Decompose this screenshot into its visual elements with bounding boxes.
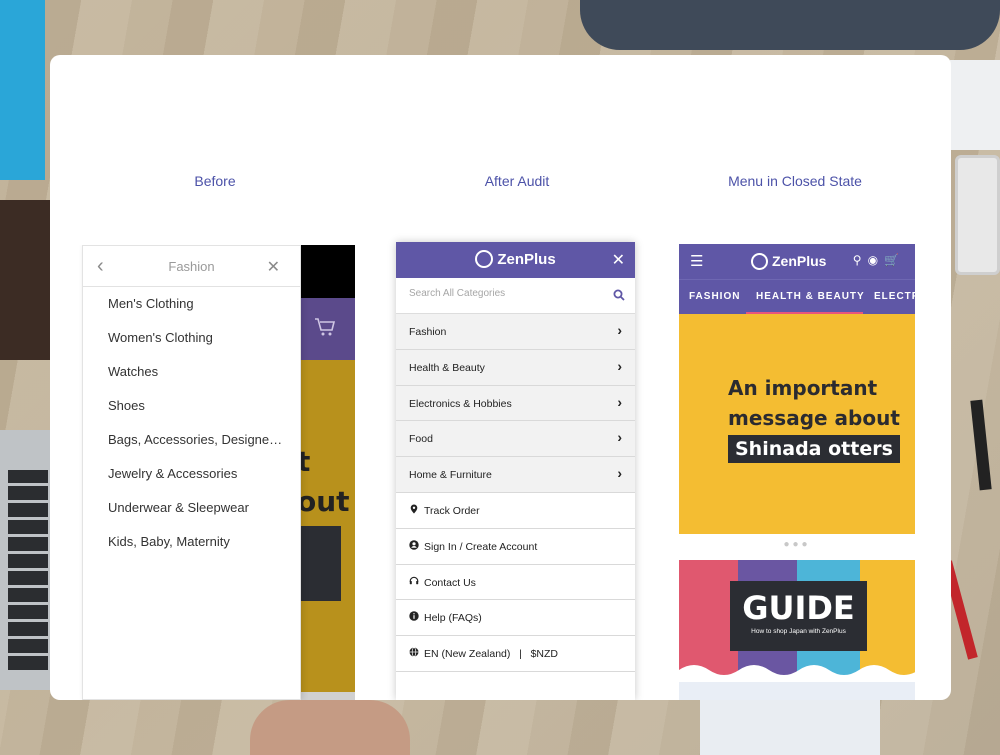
menu-link-contact-us[interactable]: Contact Us [396, 565, 635, 601]
chevron-right-icon: › [617, 429, 622, 446]
search-icon[interactable]: ⚲ [853, 253, 868, 267]
globe-icon [409, 647, 419, 658]
menu-link-sign-in[interactable]: Sign In / Create Account [396, 529, 635, 565]
category-label: Food [409, 433, 433, 446]
link-label: EN (New Zealand) | $NZD [424, 648, 559, 661]
list-item[interactable]: Jewelry & Accessories [83, 466, 283, 500]
chevron-right-icon: › [617, 322, 622, 338]
chevron-right-icon: › [617, 465, 622, 482]
category-label: Electronics & Hobbies [409, 397, 512, 410]
search-input[interactable] [409, 288, 604, 299]
brand-logo[interactable]: ZenPlus [751, 253, 826, 270]
chevron-right-icon: › [617, 393, 622, 410]
menu-link-track-order[interactable]: Track Order [396, 493, 635, 529]
list-item[interactable]: Underwear & Sleepwear [83, 500, 283, 534]
cart-icon[interactable]: 🛒 [884, 253, 905, 267]
list-item[interactable]: Shoes [83, 398, 283, 432]
category-label: Fashion [409, 326, 447, 338]
link-label: Help (FAQs) [424, 612, 482, 625]
after-audit-mobile-screen: ZenPlus ✕ Fashion › Health & Beauty › Elec… [396, 242, 635, 700]
zenplus-logo-icon [751, 253, 768, 270]
background-page: t out [297, 245, 355, 700]
wave-decoration [679, 665, 915, 682]
menu-category-electronics[interactable]: Electronics & Hobbies › [396, 385, 635, 422]
brand-logo[interactable]: ZenPlus [396, 250, 635, 268]
app-header: ☰ ZenPlus ⚲◉🛒 [679, 244, 915, 279]
nav-item-fashion[interactable]: FASHION [689, 291, 740, 302]
category-label: Home & Furniture [409, 469, 492, 482]
header-actions: ⚲◉🛒 [853, 253, 905, 267]
comparison-card: Before After Audit Menu in Closed State … [50, 55, 951, 700]
close-icon[interactable]: ✕ [267, 257, 280, 277]
close-icon[interactable]: ✕ [612, 250, 625, 270]
guide-banner[interactable]: GUIDE How to shop Japan with ZenPlus [679, 560, 915, 700]
category-list: Men's Clothing Women's Clothing Watches … [83, 287, 300, 568]
category-drawer: ‹ Fashion ✕ Men's Clothing Women's Cloth… [82, 245, 301, 700]
link-label: Sign In / Create Account [424, 540, 538, 553]
menu-category-food[interactable]: Food › [396, 421, 635, 458]
menu-link-locale[interactable]: EN (New Zealand) | $NZD [396, 636, 635, 672]
nav-item-electronics[interactable]: ELECTR [874, 291, 915, 302]
map-pin-icon [410, 504, 418, 514]
before-mobile-screen: t out ‹ Fashion ✕ Men's Clothing Women's… [79, 245, 355, 700]
category-nav: FASHION HEALTH & BEAUTY ELECTR [679, 279, 915, 315]
list-item[interactable]: Bags, Accessories, Designer ... [83, 432, 283, 466]
chevron-right-icon: › [617, 357, 622, 374]
hero-line-1: An important [728, 376, 878, 400]
menu-link-help[interactable]: Help (FAQs) [396, 600, 635, 637]
caption-after-audit: After Audit [484, 173, 550, 189]
list-item[interactable]: Kids, Baby, Maternity [83, 534, 283, 568]
cart-icon [314, 317, 336, 343]
brand-name: ZenPlus [497, 251, 556, 268]
menu-category-fashion[interactable]: Fashion › [396, 314, 635, 350]
hero-line-3: Shinada otters [728, 435, 900, 463]
nav-item-health-beauty[interactable]: HEALTH & BEAUTY [756, 291, 865, 302]
search-icon[interactable] [613, 288, 625, 306]
category-label: Health & Beauty [409, 361, 485, 374]
headset-icon [409, 576, 419, 584]
link-label: Contact Us [424, 576, 476, 589]
zenplus-logo-icon [475, 250, 494, 268]
guide-box: GUIDE How to shop Japan with ZenPlus [730, 581, 867, 651]
menu-category-health-beauty[interactable]: Health & Beauty › [396, 349, 635, 386]
caption-before: Before [194, 173, 236, 189]
hero-text-fragment: out [297, 485, 350, 518]
caption-closed-state: Menu in Closed State [728, 173, 862, 189]
user-circle-icon [409, 540, 419, 550]
menu-category-home-furniture[interactable]: Home & Furniture › [396, 457, 635, 493]
list-item[interactable]: Women's Clothing [83, 330, 283, 364]
hamburger-menu-icon[interactable]: ☰ [690, 252, 703, 270]
carousel-dots[interactable]: ●●● [679, 534, 915, 560]
link-label: Track Order [424, 504, 480, 517]
list-item[interactable]: Men's Clothing [83, 296, 283, 330]
brand-name: ZenPlus [772, 253, 827, 269]
guide-subtitle: How to shop Japan with ZenPlus [751, 628, 846, 635]
guide-title: GUIDE [742, 589, 855, 627]
search-bar [396, 278, 635, 314]
menu-header: ZenPlus ✕ [396, 242, 635, 278]
drawer-header: ‹ Fashion ✕ [83, 246, 300, 287]
closed-state-mobile-screen: ☰ ZenPlus ⚲◉🛒 FASHION HEALTH & BEAUTY EL… [679, 244, 915, 700]
list-item[interactable]: Watches [83, 364, 283, 398]
hero-line-2: message about [728, 406, 900, 430]
account-icon[interactable]: ◉ [868, 253, 884, 267]
info-icon [409, 611, 419, 622]
hero-banner[interactable]: An important message about Shinada otter… [679, 314, 915, 534]
